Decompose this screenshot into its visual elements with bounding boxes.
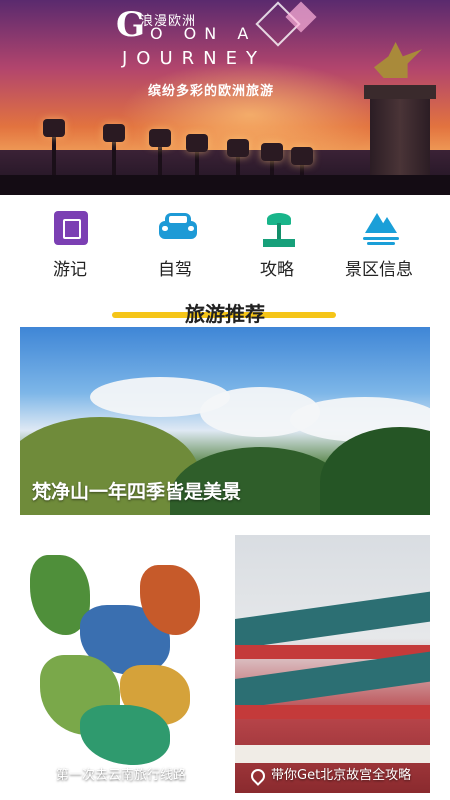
nav-item-guides[interactable]: 攻略 <box>232 205 322 285</box>
category-nav: 游记 自驾 攻略 景区信息 <box>0 205 450 285</box>
card-caption-text: 带你Get北京故宫全攻略 <box>271 768 412 783</box>
journal-icon <box>54 211 88 245</box>
brand-line-journey: JOURNEY <box>122 48 266 69</box>
location-pin-icon <box>248 765 268 786</box>
map-region <box>80 705 170 765</box>
card-caption: 带你Get北京故宫全攻略 <box>235 764 430 786</box>
mountain-lake-icon <box>363 211 399 245</box>
nav-item-scenic-info[interactable]: 景区信息 <box>334 205 424 285</box>
location-pin-icon <box>33 765 53 786</box>
palace-roof <box>235 589 430 651</box>
palm-tree-icon <box>261 211 295 247</box>
nav-item-travel-notes[interactable]: 游记 <box>25 205 115 285</box>
brand-line-go-on-a: O ON A <box>150 24 257 43</box>
nav-label: 游记 <box>53 260 87 280</box>
section-title: 旅游推荐 <box>185 302 265 326</box>
nav-item-self-drive[interactable]: 自驾 <box>130 205 220 285</box>
featured-card-title: 梵净山一年四季皆是美景 <box>32 481 242 503</box>
card-yunnan[interactable]: 第一次去云南旅行线路 <box>20 535 215 793</box>
bridge-ground <box>0 175 450 195</box>
marble-railing <box>235 745 430 763</box>
nav-label: 景区信息 <box>345 260 413 280</box>
gold-statue <box>374 42 422 78</box>
card-caption: 第一次去云南旅行线路 <box>20 764 215 786</box>
car-icon <box>159 211 197 245</box>
card-forbidden-city[interactable]: 带你Get北京故宫全攻略 <box>235 535 430 793</box>
card-caption-text: 第一次去云南旅行线路 <box>56 768 187 783</box>
nav-label: 攻略 <box>260 260 294 280</box>
banner-subtitle: 缤纷多彩的欧洲旅游 <box>148 84 275 99</box>
nav-label: 自驾 <box>158 260 192 280</box>
featured-card[interactable]: 梵净山一年四季皆是美景 <box>20 327 430 515</box>
palace-beam <box>235 705 430 719</box>
header-banner[interactable]: G 浪漫欧洲 O ON A JOURNEY 缤纷多彩的欧洲旅游 <box>0 0 450 195</box>
